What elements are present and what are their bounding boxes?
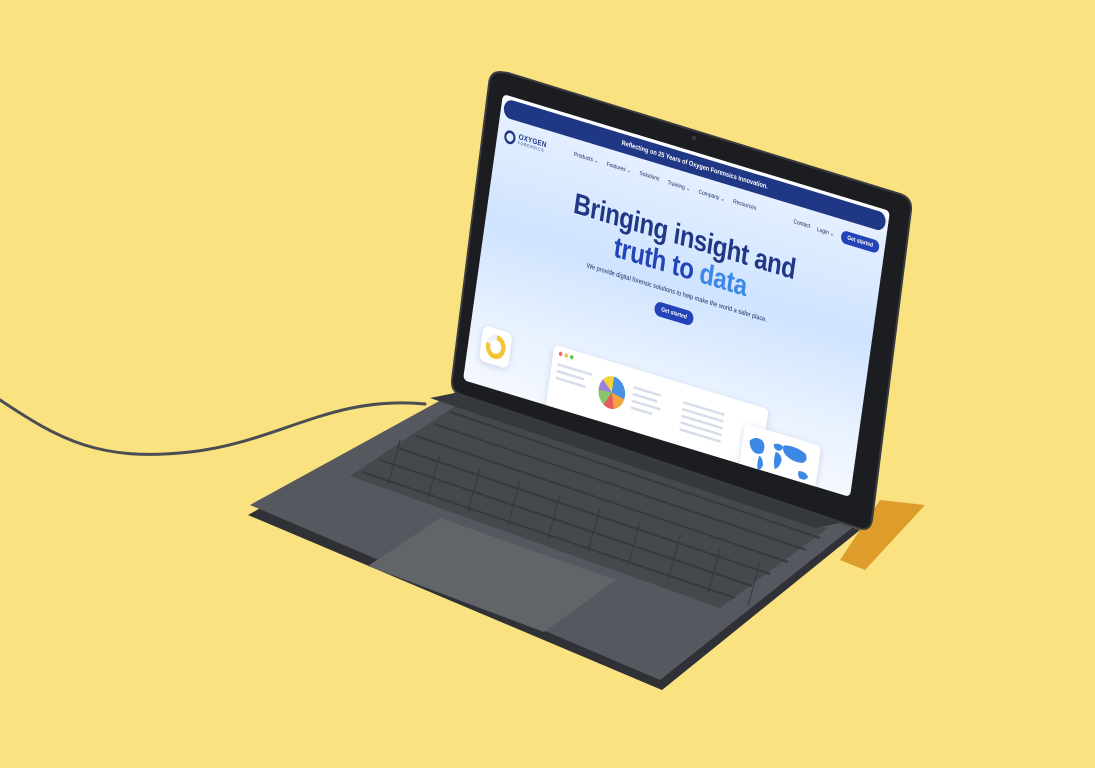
hero-get-started-button[interactable]: Get started xyxy=(653,300,695,327)
donut-hole xyxy=(489,338,503,356)
scene: Reflecting on 25 Years of Oxygen Forensi… xyxy=(0,0,1095,768)
get-started-button[interactable]: Get started xyxy=(840,229,880,254)
nav-link-resources[interactable]: Resources xyxy=(733,199,757,213)
pie-chart-graphic xyxy=(596,372,628,413)
nav-link-products[interactable]: Products ⌄ xyxy=(573,151,598,164)
nav-link-company[interactable]: Company ⌄ xyxy=(698,188,725,203)
donut-chart-card xyxy=(478,324,513,369)
dot-green xyxy=(569,354,574,360)
logo-icon xyxy=(503,128,517,146)
donut-chart-graphic xyxy=(484,332,508,362)
logo-text: OXYGEN FORENSICS xyxy=(517,132,547,155)
brand-logo[interactable]: OXYGEN FORENSICS xyxy=(503,126,547,157)
nav-link-features[interactable]: Features ⌄ xyxy=(606,161,631,174)
nav-link-solutions[interactable]: Solutions xyxy=(639,170,660,183)
contact-link[interactable]: Contact xyxy=(793,219,810,230)
dot-yellow xyxy=(564,352,569,359)
nav-link-training[interactable]: Training ⌄ xyxy=(667,179,691,193)
table-line xyxy=(679,427,722,444)
dot-red xyxy=(558,351,563,357)
window-dots xyxy=(558,351,574,360)
login-link[interactable]: Login ⌄ xyxy=(817,225,835,237)
